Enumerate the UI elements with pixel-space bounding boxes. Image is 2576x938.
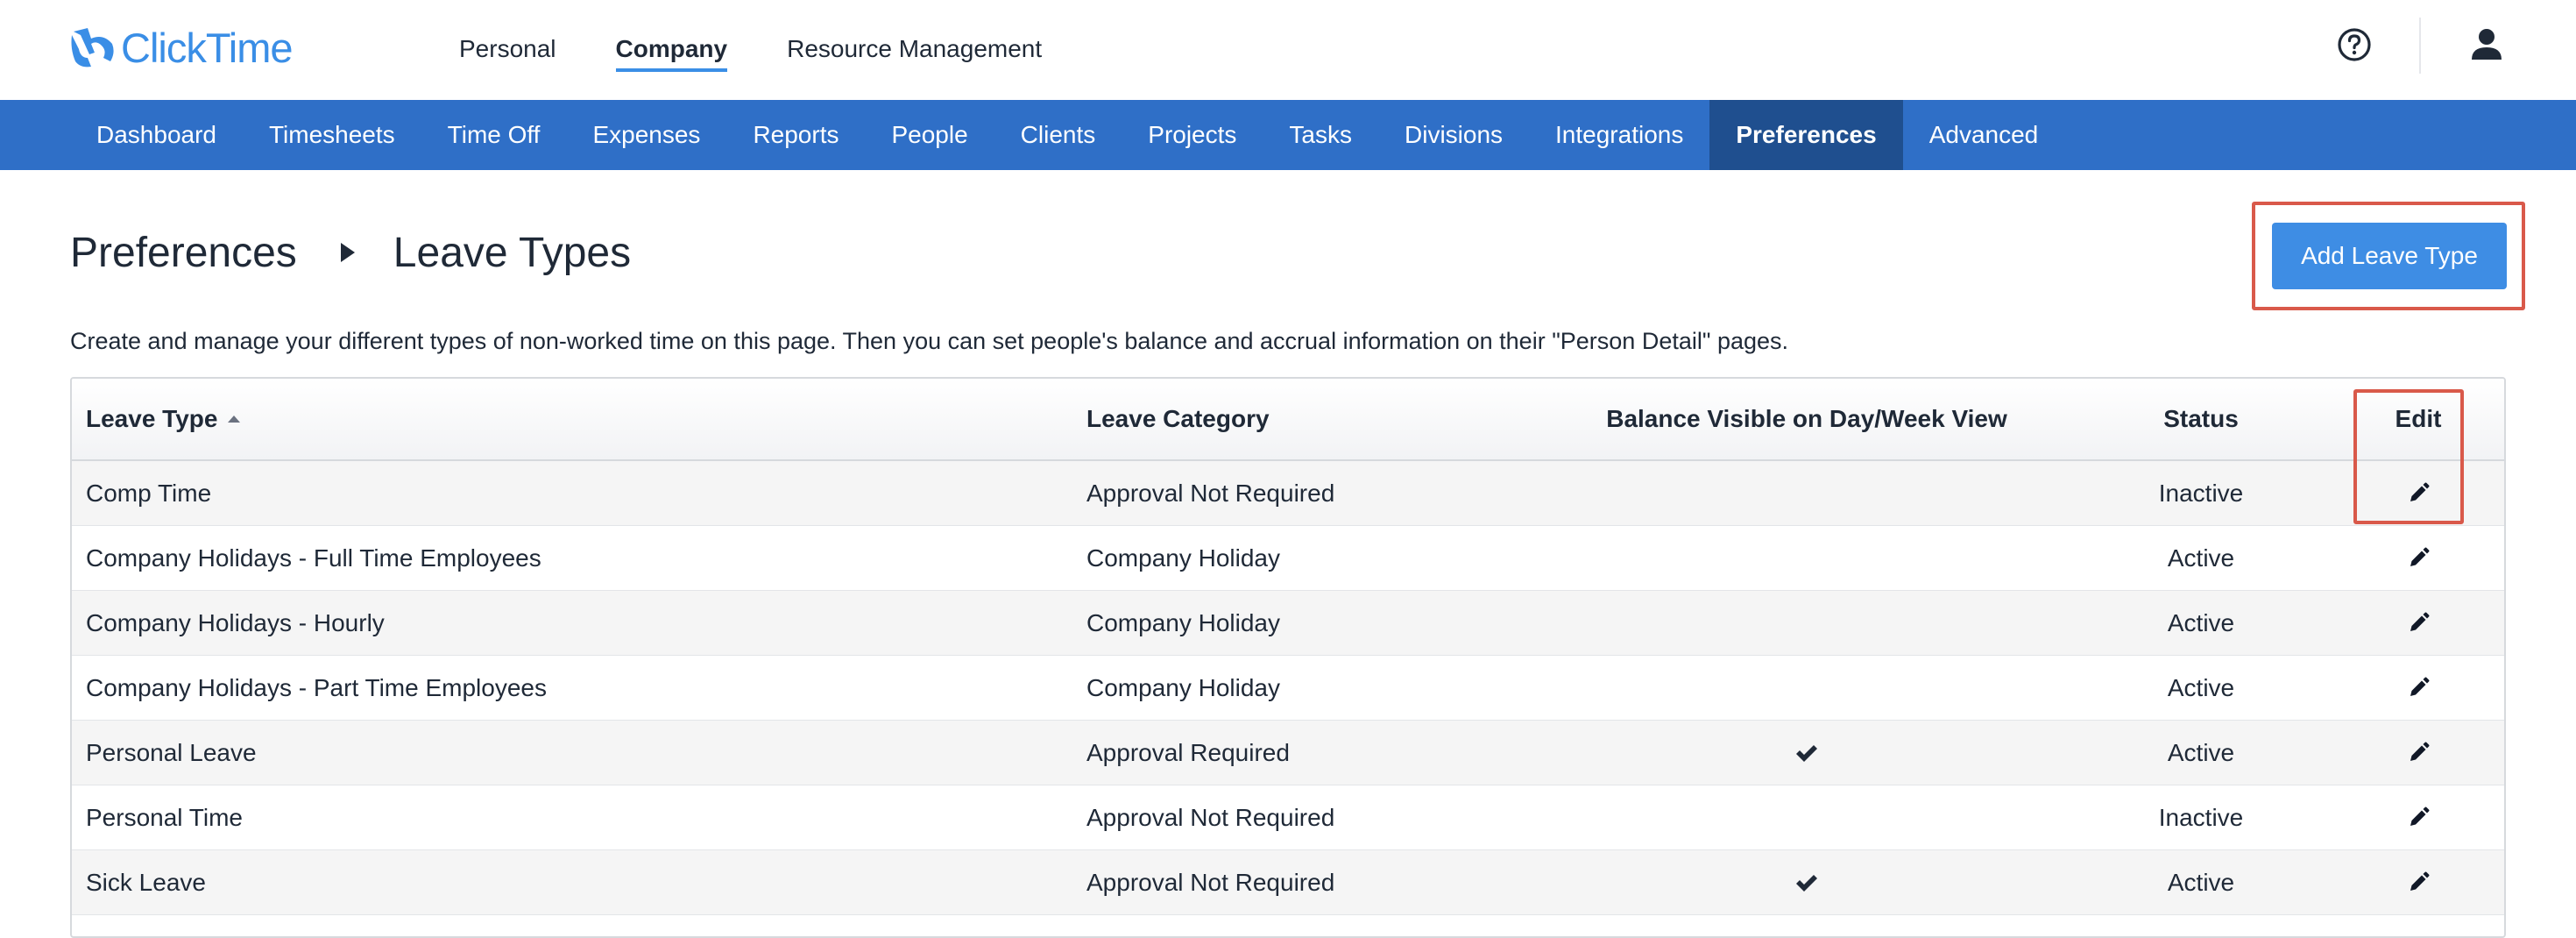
table-row: Comp Time Approval Not Required Inactive — [72, 461, 2504, 526]
column-header-label: Leave Type — [86, 405, 218, 432]
logo-text: ClickTime — [121, 24, 294, 71]
table-header: Leave Type Leave Category Balance Visibl… — [72, 379, 2504, 461]
cell-leave-category: Company Holiday — [1086, 673, 1280, 701]
checkmark-icon — [1796, 744, 1817, 762]
pencil-edit-icon[interactable] — [2407, 482, 2430, 505]
cell-leave-type: Company Holidays - Hourly — [86, 608, 385, 636]
column-header-status[interactable]: Status — [2070, 405, 2332, 433]
cell-leave-category: Approval Not Required — [1086, 479, 1335, 507]
cell-leave-category: Company Holiday — [1086, 608, 1280, 636]
cell-status: Active — [2167, 608, 2235, 636]
breadcrumb-arrow-icon — [340, 243, 355, 262]
topnav-personal[interactable]: Personal — [459, 26, 556, 72]
table-row: Personal Leave Approval Required Active — [72, 721, 2504, 785]
topnav-company[interactable]: Company — [615, 26, 727, 72]
nav-preferences[interactable]: Preferences — [1709, 100, 1903, 170]
pencil-edit-icon[interactable] — [2407, 742, 2430, 764]
table-row: Personal Time Approval Not Required Inac… — [72, 785, 2504, 850]
sort-ascending-icon — [228, 416, 241, 423]
column-header-edit: Edit — [2395, 405, 2442, 432]
checkmark-icon — [1796, 874, 1817, 892]
cell-leave-category: Approval Not Required — [1086, 868, 1335, 896]
nav-divisions[interactable]: Divisions — [1378, 100, 1529, 170]
column-header-balance-visible[interactable]: Balance Visible on Day/Week View — [1544, 405, 2070, 433]
cell-status: Inactive — [2158, 803, 2244, 831]
cell-leave-category: Company Holiday — [1086, 544, 1280, 572]
main-navigation: Dashboard Timesheets Time Off Expenses R… — [0, 100, 2576, 170]
pencil-edit-icon[interactable] — [2407, 871, 2430, 894]
leave-types-table: Leave Type Leave Category Balance Visibl… — [70, 377, 2506, 938]
cell-edit — [2332, 482, 2504, 505]
help-circle-icon[interactable] — [2336, 26, 2373, 63]
top-header: ClickTime Personal Company Resource Mana… — [0, 0, 2576, 100]
cell-status: Active — [2167, 673, 2235, 701]
top-navigation: Personal Company Resource Management — [459, 26, 1101, 72]
header-divider — [2419, 18, 2421, 74]
nav-expenses[interactable]: Expenses — [566, 100, 726, 170]
nav-integrations[interactable]: Integrations — [1529, 100, 1709, 170]
cell-edit — [2332, 547, 2504, 570]
table-row: Company Holidays - Full Time Employees C… — [72, 526, 2504, 591]
pencil-edit-icon[interactable] — [2407, 547, 2430, 570]
cell-leave-category: Approval Required — [1086, 738, 1290, 766]
table-row: Company Holidays - Hourly Company Holida… — [72, 591, 2504, 656]
user-icon[interactable] — [2469, 26, 2504, 63]
cell-edit — [2332, 612, 2504, 635]
table-row: Sick Leave Approval Not Required Active — [72, 850, 2504, 915]
cell-edit — [2332, 742, 2504, 764]
cell-status: Active — [2167, 738, 2235, 766]
cell-leave-type: Personal Leave — [86, 738, 257, 766]
nav-time-off[interactable]: Time Off — [421, 100, 567, 170]
nav-clients[interactable]: Clients — [994, 100, 1122, 170]
cell-leave-type: Comp Time — [86, 479, 212, 507]
cell-balance-visible — [1544, 743, 2070, 764]
breadcrumb-preferences[interactable]: Preferences — [70, 229, 297, 277]
cell-edit — [2332, 871, 2504, 894]
page-description: Create and manage your different types o… — [70, 328, 1789, 354]
add-leave-type-button[interactable]: Add Leave Type — [2272, 223, 2507, 289]
speedometer-logo-icon — [71, 28, 114, 68]
column-header-leave-type[interactable]: Leave Type — [72, 405, 1086, 433]
column-header-leave-category[interactable]: Leave Category — [1086, 405, 1544, 433]
cell-balance-visible — [1544, 872, 2070, 893]
breadcrumb: Preferences Leave Types — [70, 226, 631, 279]
clicktime-logo[interactable]: ClickTime — [68, 21, 294, 74]
nav-advanced[interactable]: Advanced — [1903, 100, 2065, 170]
cell-leave-type: Company Holidays - Part Time Employees — [86, 673, 547, 701]
cell-status: Inactive — [2158, 479, 2244, 507]
nav-dashboard[interactable]: Dashboard — [70, 100, 243, 170]
cell-edit — [2332, 677, 2504, 700]
cell-status: Active — [2167, 868, 2235, 896]
topnav-resource-management[interactable]: Resource Management — [787, 26, 1042, 72]
table-row: Company Holidays - Part Time Employees C… — [72, 656, 2504, 721]
pencil-edit-icon[interactable] — [2407, 807, 2430, 829]
pencil-edit-icon[interactable] — [2407, 612, 2430, 635]
cell-edit — [2332, 807, 2504, 829]
nav-reports[interactable]: Reports — [726, 100, 865, 170]
page-title: Leave Types — [393, 229, 632, 276]
nav-projects[interactable]: Projects — [1122, 100, 1263, 170]
pencil-edit-icon[interactable] — [2407, 677, 2430, 700]
cell-status: Active — [2167, 544, 2235, 572]
cell-leave-type: Sick Leave — [86, 868, 206, 896]
nav-people[interactable]: People — [865, 100, 994, 170]
cell-leave-category: Approval Not Required — [1086, 803, 1335, 831]
cell-leave-type: Company Holidays - Full Time Employees — [86, 544, 541, 572]
nav-timesheets[interactable]: Timesheets — [243, 100, 421, 170]
table-body: Comp Time Approval Not Required Inactive… — [72, 461, 2504, 915]
cell-leave-type: Personal Time — [86, 803, 243, 831]
nav-tasks[interactable]: Tasks — [1263, 100, 1378, 170]
